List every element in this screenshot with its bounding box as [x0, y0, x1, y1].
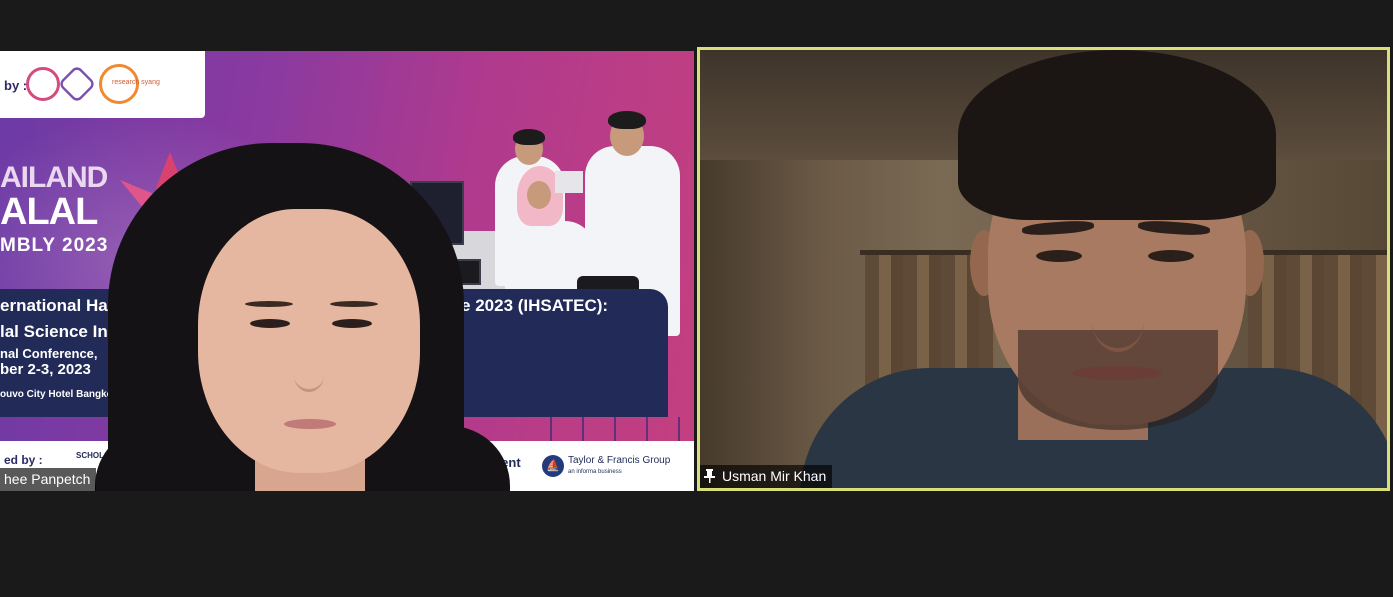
conference-type: nal Conference,	[0, 346, 98, 361]
taylor-francis-logo-icon: ⛵	[542, 455, 564, 477]
participant-name-label: Usman Mir Khan	[700, 465, 833, 488]
participant-name-text: Usman Mir Khan	[722, 468, 827, 484]
organizer-by-label: by :	[4, 78, 28, 93]
sponsor-by-label: ed by :	[4, 453, 43, 467]
research-logo-text: research syang	[112, 79, 160, 86]
video-tile-participant-1[interactable]: by : research syang AILAND ALAL MBLY 202…	[0, 51, 694, 491]
participant-name-label: hee Panpetch	[0, 468, 97, 491]
institute-logo-icon	[57, 64, 97, 104]
pin-icon[interactable]	[704, 469, 715, 483]
organizer-logos: by : research syang	[0, 51, 205, 118]
university-logo-icon	[26, 67, 60, 101]
brand-line-2: ALAL	[0, 191, 98, 233]
sponsor-taylor-francis-sub: an informa business	[568, 469, 622, 475]
brand-line-1: AILAND	[0, 161, 108, 194]
sponsor-taylor-francis: Taylor & Francis Group	[568, 455, 671, 466]
conference-dates: ber 2-3, 2023	[0, 361, 91, 378]
video-tile-participant-2[interactable]: Usman Mir Khan	[697, 47, 1390, 491]
brand-line-3: MBLY 2023	[0, 235, 109, 256]
